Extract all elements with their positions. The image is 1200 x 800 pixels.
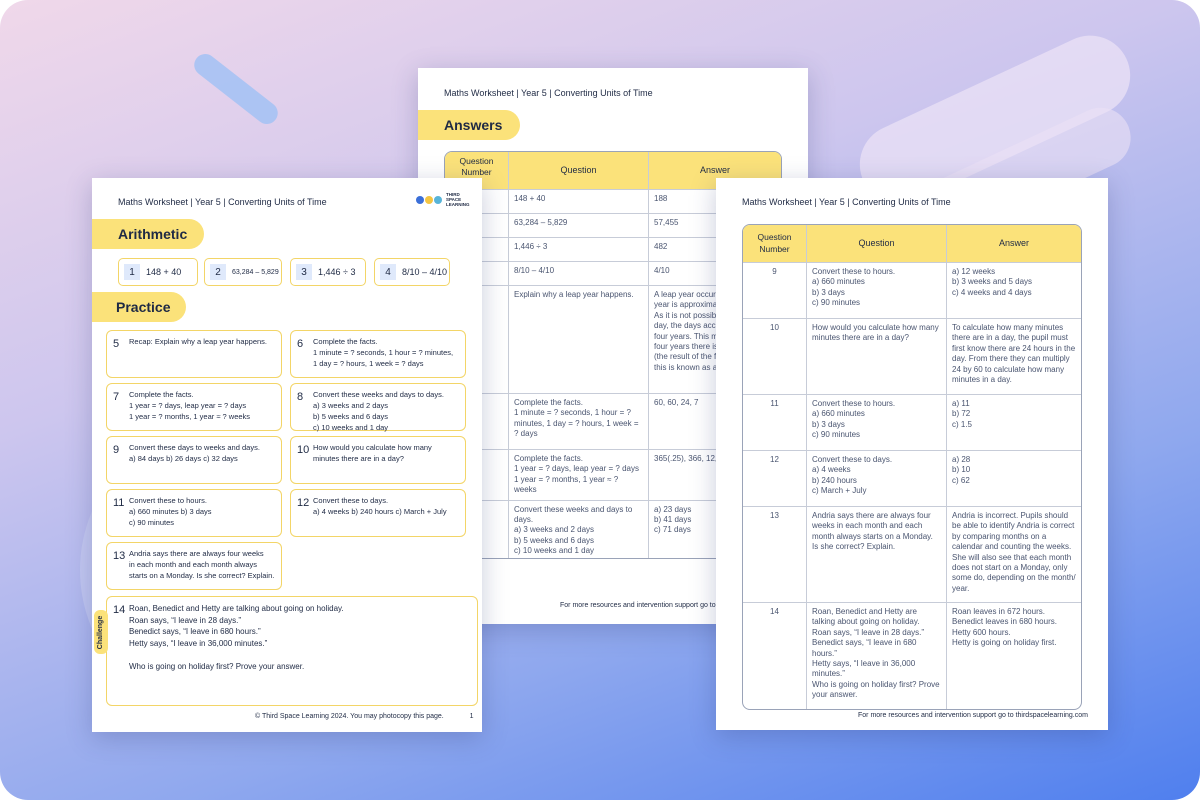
practice-question: 10 How would you calculate how many minut… — [290, 436, 466, 484]
question-text: Convert these weeks and days to days. a)… — [313, 390, 444, 432]
question-number: 1 — [124, 264, 140, 280]
question-cell: 8/10 – 4/10 — [509, 262, 649, 286]
page-header: Maths Worksheet | Year 5 | Converting Un… — [118, 197, 327, 207]
question-text: Recap: Explain why a leap year happens. — [129, 337, 268, 346]
practice-question: 13 Andria says there are always four week… — [106, 542, 282, 590]
question-cell: Andria says there are always four weeks … — [807, 507, 947, 603]
practice-question: 9 Convert these days to weeks and days. a… — [106, 436, 282, 484]
question-number-cell: 13 — [743, 507, 807, 603]
table-row: 12 Convert these to days. a) 4 weeks b) 2… — [743, 451, 1081, 507]
page-footer: © Third Space Learning 2024. You may pho… — [255, 713, 474, 720]
practice-question: 5 Recap: Explain why a leap year happens. — [106, 330, 282, 378]
question-number: 5 — [113, 338, 120, 350]
question-number-cell: 10 — [743, 319, 807, 395]
practice-pill: Practice — [92, 292, 186, 322]
question-number-cell: 11 — [743, 395, 807, 451]
column-header: Question — [807, 225, 947, 263]
question-cell: Explain why a leap year happens. — [509, 286, 649, 394]
background: Maths Worksheet | Year 5 | Converting Un… — [0, 0, 1200, 800]
question-number: 10 — [297, 444, 310, 456]
question-text: 148 + 40 — [146, 267, 182, 277]
question-text: Roan, Benedict and Hetty are talking abo… — [129, 604, 344, 671]
logo-icon — [416, 196, 442, 205]
arithmetic-question: 4 8/10 – 4/10 — [374, 258, 450, 286]
question-cell: Convert these to hours. a) 660 minutes b… — [807, 263, 947, 319]
challenge-tab: Challenge — [94, 610, 108, 654]
question-text: 8/10 – 4/10 — [402, 267, 448, 277]
answers-page-2: Maths Worksheet | Year 5 | Converting Un… — [716, 178, 1108, 730]
page-header: Maths Worksheet | Year 5 | Converting Un… — [444, 88, 653, 98]
question-number: 3 — [296, 264, 312, 280]
answer-cell: Andria is incorrect. Pupils should be ab… — [947, 507, 1081, 603]
question-cell: Roan, Benedict and Hetty are talking abo… — [807, 603, 947, 709]
question-cell: 148 + 40 — [509, 190, 649, 214]
question-cell: Complete the facts. 1 minute = ? seconds… — [509, 394, 649, 450]
practice-question: 6 Complete the facts. 1 minute = ? second… — [290, 330, 466, 378]
answer-cell: To calculate how many minutes there are … — [947, 319, 1081, 395]
question-number: 2 — [210, 264, 226, 280]
question-number: 12 — [297, 497, 310, 509]
question-number-cell: 14 — [743, 603, 807, 709]
column-header: Question Number — [743, 225, 807, 263]
question-text: 1,446 ÷ 3 — [318, 267, 356, 277]
question-number: 8 — [297, 391, 304, 403]
practice-question: 14 Roan, Benedict and Hetty are talking a… — [106, 596, 478, 706]
arithmetic-pill: Arithmetic — [92, 219, 204, 249]
copyright-text: © Third Space Learning 2024. You may pho… — [255, 713, 444, 720]
question-number-cell: 9 — [743, 263, 807, 319]
question-number: 11 — [113, 497, 125, 509]
question-number: 7 — [113, 391, 120, 403]
table-row: 13 Andria says there are always four week… — [743, 507, 1081, 603]
question-text: Andria says there are always four weeks … — [129, 549, 275, 580]
challenge-label: Challenge — [97, 615, 105, 649]
question-text: How would you calculate how many minutes… — [313, 443, 432, 463]
page-header: Maths Worksheet | Year 5 | Converting Un… — [742, 197, 951, 207]
column-header: Answer — [947, 225, 1081, 263]
practice-question: 11 Convert these to hours. a) 660 minutes… — [106, 489, 282, 537]
question-cell: Convert these to hours. a) 660 minutes b… — [807, 395, 947, 451]
answer-cell: a) 28 b) 10 c) 62 — [947, 451, 1081, 507]
arithmetic-question: 2 63,284 – 5,829 — [204, 258, 282, 286]
decorative-shape — [189, 49, 283, 129]
logo-text: THIRD SPACE LEARNING — [446, 192, 470, 207]
question-text: Convert these to days. a) 4 weeks b) 240… — [313, 496, 447, 516]
question-text: 63,284 – 5,829 — [232, 268, 279, 276]
table-row: 11 Convert these to hours. a) 660 minutes… — [743, 395, 1081, 451]
answer-cell: a) 12 weeks b) 3 weeks and 5 days c) 4 w… — [947, 263, 1081, 319]
question-number: 9 — [113, 444, 120, 456]
table-row: 14 Roan, Benedict and Hetty are talking a… — [743, 603, 1081, 709]
question-text: Convert these days to weeks and days. a)… — [129, 443, 260, 463]
question-cell: How would you calculate how many minutes… — [807, 319, 947, 395]
question-number-cell: 12 — [743, 451, 807, 507]
question-number: 6 — [297, 338, 304, 350]
worksheet-page: Maths Worksheet | Year 5 | Converting Un… — [92, 178, 482, 732]
arithmetic-question: 3 1,446 ÷ 3 — [290, 258, 366, 286]
question-cell: Complete the facts. 1 year = ? days, lea… — [509, 450, 649, 501]
arithmetic-question: 1 148 + 40 — [118, 258, 198, 286]
question-cell: 1,446 ÷ 3 — [509, 238, 649, 262]
question-text: Complete the facts. 1 year = ? days, lea… — [129, 390, 251, 421]
question-cell: Convert these weeks and days to days. a)… — [509, 500, 649, 558]
logo: THIRD SPACE LEARNING — [416, 192, 472, 208]
answer-cell: a) 11 b) 72 c) 1.5 — [947, 395, 1081, 451]
question-number: 4 — [380, 264, 396, 280]
practice-question: 12 Convert these to days. a) 4 weeks b) 2… — [290, 489, 466, 537]
practice-question: 7 Complete the facts. 1 year = ? days, le… — [106, 383, 282, 431]
answers-table-2: Question Number Question Answer 9 Convert… — [742, 224, 1082, 710]
question-number: 13 — [113, 550, 126, 562]
table-row: 10 How would you calculate how many minut… — [743, 319, 1081, 395]
table-row: 9 Convert these to hours. a) 660 minutes … — [743, 263, 1081, 319]
question-number: 14 — [113, 604, 126, 616]
practice-question: 8 Convert these weeks and days to days. a… — [290, 383, 466, 432]
answer-cell: Roan leaves in 672 hours. Benedict leave… — [952, 607, 1057, 648]
question-cell: Convert these to days. a) 4 weeks b) 240… — [807, 451, 947, 507]
question-text: Convert these to hours. a) 660 minutes b… — [129, 496, 212, 527]
page-number: 1 — [469, 713, 474, 720]
answers-pill: Answers — [418, 110, 520, 140]
question-text: Complete the facts. 1 minute = ? seconds… — [313, 337, 454, 368]
question-cell: 63,284 – 5,829 — [509, 214, 649, 238]
footer-resources: For more resources and intervention supp… — [858, 712, 1088, 719]
column-header: Question — [509, 152, 649, 190]
